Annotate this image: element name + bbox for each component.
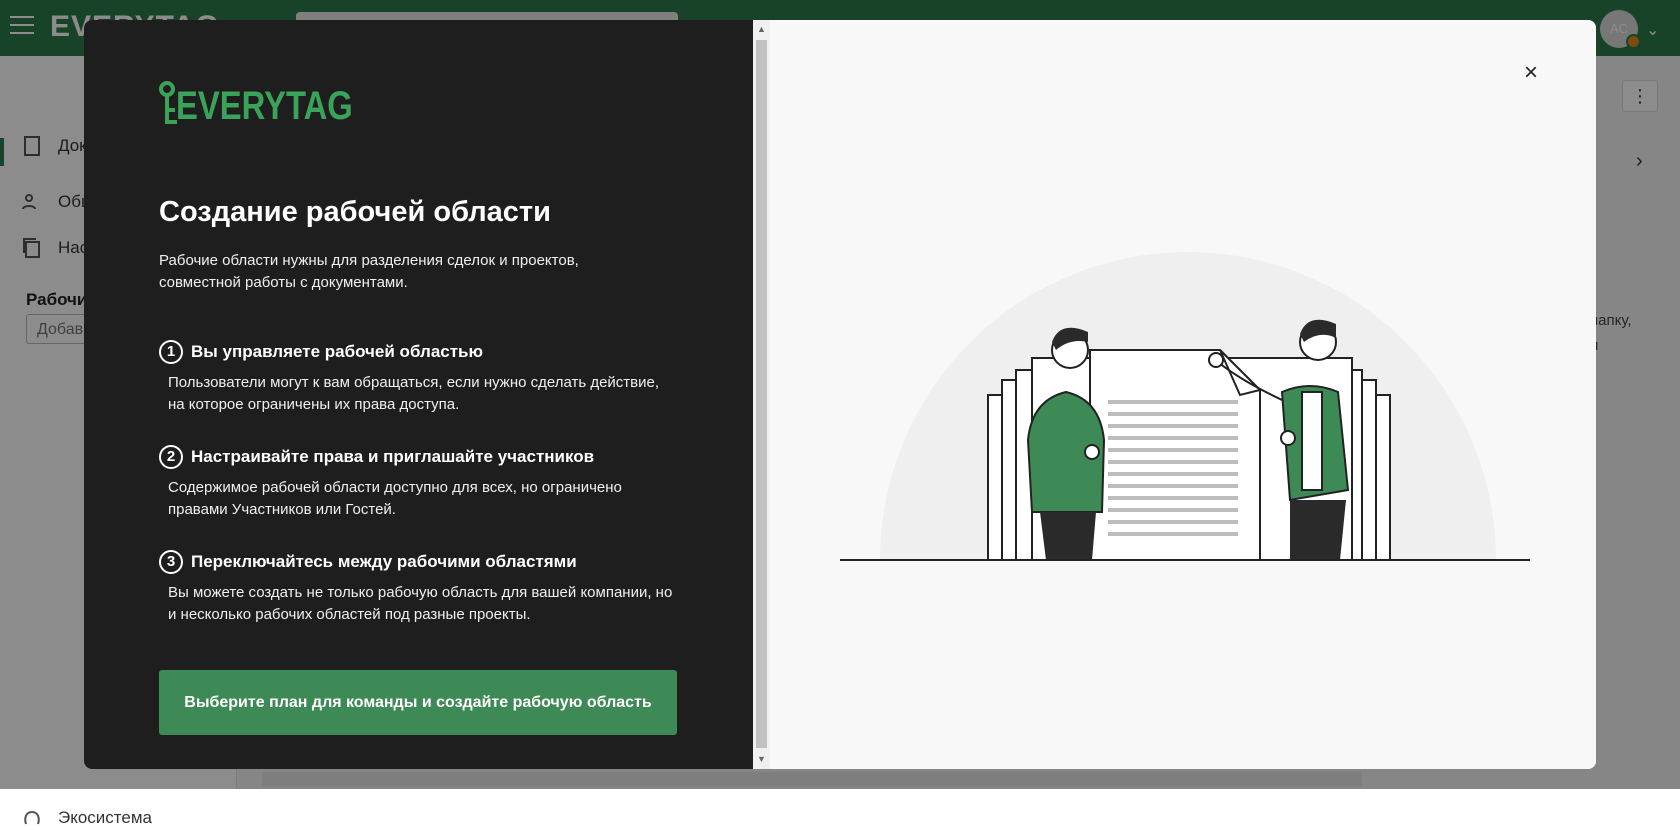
step-title: Настраивайте права и приглашайте участни… xyxy=(191,447,595,466)
step-title: Переключайтесь между рабочими областями xyxy=(191,552,577,571)
choose-plan-button[interactable]: Выберите план для команды и создайте раб… xyxy=(159,670,677,735)
step-number: 1 xyxy=(159,340,183,364)
sidebar-item-label: Экосистема xyxy=(58,808,152,827)
step-description: Вы можете создать не только рабочую обла… xyxy=(168,584,673,623)
modal-illustration-panel: × xyxy=(770,20,1596,769)
scroll-down-icon[interactable]: ▼ xyxy=(757,754,766,764)
step-description: Содержимое рабочей области доступно для … xyxy=(168,479,622,518)
scrollbar-thumb[interactable] xyxy=(756,40,767,748)
fingerprint-icon xyxy=(24,810,40,825)
step-heading: 3 Переключайтесь между рабочими областям… xyxy=(159,550,679,574)
modal-title: Создание рабочей области xyxy=(159,196,551,228)
sidebar-item-ecosystem[interactable]: Экосистема xyxy=(20,806,152,830)
vertical-scrollbar[interactable]: ▲ ▼ xyxy=(753,20,770,769)
close-button[interactable]: × xyxy=(1516,58,1546,88)
brand-logo: EVERYTAG xyxy=(158,80,392,126)
modal-intro: Рабочие области нужны для разделения сде… xyxy=(159,252,579,291)
create-workspace-modal: EVERYTAG Создание рабочей области Рабочи… xyxy=(84,20,1596,769)
step-number: 2 xyxy=(159,445,183,469)
step-item: 3 Переключайтесь между рабочими областям… xyxy=(159,550,679,626)
step-title: Вы управляете рабочей областью xyxy=(191,342,484,361)
collaboration-illustration xyxy=(840,252,1530,561)
step-heading: 2 Настраивайте права и приглашайте участ… xyxy=(159,445,679,469)
step-description: Пользователи могут к вам обращаться, есл… xyxy=(168,374,660,413)
brand-text: EVERYTAG xyxy=(176,84,353,128)
step-number: 3 xyxy=(159,550,183,574)
modal-info-panel: EVERYTAG Создание рабочей области Рабочи… xyxy=(84,20,753,769)
scroll-up-icon[interactable]: ▲ xyxy=(757,24,766,34)
step-item: 2 Настраивайте права и приглашайте участ… xyxy=(159,445,679,521)
step-heading: 1 Вы управляете рабочей областью xyxy=(159,340,679,364)
step-item: 1 Вы управляете рабочей областью Пользов… xyxy=(159,340,679,416)
